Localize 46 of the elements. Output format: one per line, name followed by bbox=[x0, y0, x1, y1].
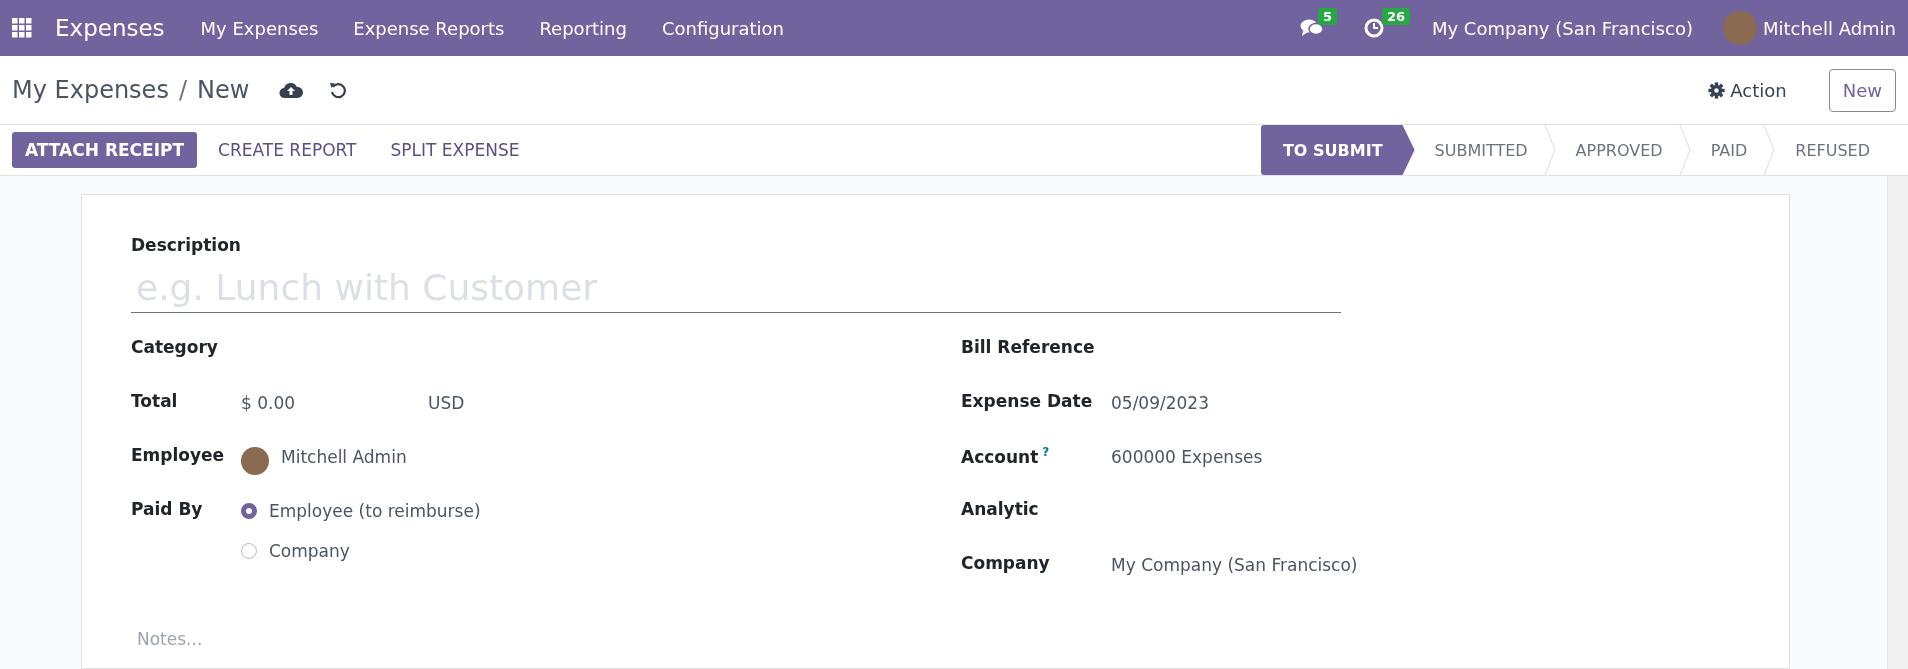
help-tooltip[interactable]: ? bbox=[1042, 445, 1050, 459]
cloud-upload-icon[interactable] bbox=[279, 81, 304, 99]
radio-label[interactable]: Employee (to reimburse) bbox=[269, 501, 481, 521]
count-badge: 26 bbox=[1381, 8, 1411, 25]
radio-button[interactable] bbox=[241, 543, 257, 559]
action-button[interactable]: CREATE REPORT bbox=[205, 132, 370, 168]
field-label: Expense Date bbox=[961, 391, 1093, 411]
radio-label[interactable]: Company bbox=[269, 541, 350, 561]
user-name[interactable]: Mitchell Admin bbox=[1762, 17, 1896, 39]
field-label: Employee bbox=[131, 445, 226, 467]
field-label: Analytic bbox=[961, 499, 1039, 519]
employee-avatar bbox=[241, 447, 269, 475]
status-stage[interactable]: TO SUBMIT bbox=[1260, 125, 1415, 175]
company-switcher[interactable]: My Company (San Francisco) bbox=[1431, 17, 1693, 39]
field-value[interactable]: 600000 Expenses bbox=[1111, 447, 1263, 467]
new-button[interactable]: New bbox=[1828, 68, 1896, 112]
count-badge: 5 bbox=[1317, 8, 1337, 25]
field-label: Company bbox=[961, 553, 1050, 573]
radio-button[interactable] bbox=[241, 503, 257, 519]
field-label: Bill Reference bbox=[961, 337, 1095, 357]
action-button[interactable]: Action bbox=[1702, 78, 1793, 102]
clock-icon[interactable] bbox=[1363, 18, 1384, 38]
breadcrumb-link[interactable]: My Expenses bbox=[12, 76, 169, 104]
field-value[interactable]: My Company (San Francisco) bbox=[1111, 555, 1358, 575]
menu-item[interactable]: My Expenses bbox=[200, 17, 319, 39]
breadcrumb-current: New bbox=[197, 76, 250, 104]
field-label: Description bbox=[131, 235, 242, 255]
field-label: Paid By bbox=[131, 499, 204, 521]
currency-value[interactable]: USD bbox=[428, 393, 465, 413]
app-grid-icon[interactable] bbox=[12, 18, 32, 38]
gear-icon bbox=[1708, 81, 1726, 99]
app-name[interactable]: Expenses bbox=[55, 15, 165, 41]
undo-icon[interactable] bbox=[329, 81, 348, 99]
breadcrumb-separator: / bbox=[178, 76, 187, 104]
menu-item[interactable]: Reporting bbox=[539, 17, 627, 39]
menu-item[interactable]: Expense Reports bbox=[353, 17, 505, 39]
attach-receipt-button[interactable]: ATTACH RECEIPT bbox=[12, 132, 198, 168]
amount-value[interactable]: $ 0.00 bbox=[241, 393, 416, 413]
field-label: Account bbox=[961, 446, 1039, 467]
menu-item[interactable]: Configuration bbox=[661, 17, 784, 39]
field-label: Category bbox=[131, 337, 219, 359]
employee-value[interactable]: Mitchell Admin bbox=[281, 447, 407, 467]
action-button[interactable]: SPLIT EXPENSE bbox=[377, 132, 533, 168]
field-value[interactable]: 05/09/2023 bbox=[1111, 393, 1209, 413]
scrollbar[interactable] bbox=[1887, 176, 1908, 669]
field-label: Total bbox=[131, 391, 179, 413]
